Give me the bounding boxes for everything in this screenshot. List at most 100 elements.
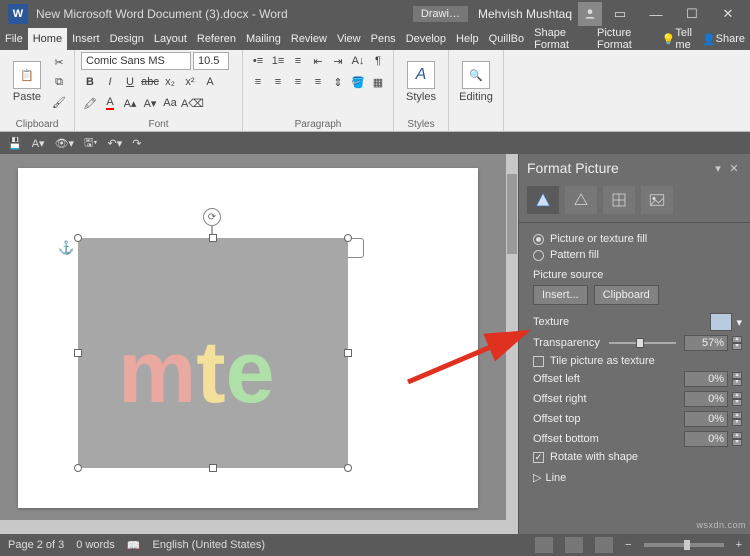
vertical-scrollbar[interactable] (506, 154, 518, 520)
tab-developer[interactable]: Develop (401, 28, 451, 50)
view-print-icon[interactable] (565, 537, 583, 553)
copy-icon[interactable]: ⧉ (50, 73, 68, 91)
resize-handle-bm[interactable] (209, 464, 217, 472)
status-page[interactable]: Page 2 of 3 (8, 539, 64, 551)
tab-picture-format[interactable]: Picture Format (592, 28, 657, 50)
document-pane[interactable]: ⟳ ⚓ ⌃ mte (0, 154, 518, 534)
status-words[interactable]: 0 words (76, 539, 115, 551)
tab-mailings[interactable]: Mailing (241, 28, 286, 50)
transparency-spinner[interactable]: ▴▾ (732, 336, 742, 350)
resize-handle-tr[interactable] (344, 234, 352, 242)
status-spell-icon[interactable]: 📖 (127, 539, 141, 552)
share-button[interactable]: 👤 Share (697, 28, 750, 50)
insert-picture-button[interactable]: Insert... (533, 285, 588, 305)
decrease-indent-icon[interactable]: ⇤ (309, 52, 327, 70)
resize-handle-ml[interactable] (74, 349, 82, 357)
line-spacing-icon[interactable]: ⇕ (329, 73, 347, 91)
offset-right-spinner[interactable]: ▴▾ (732, 392, 742, 406)
zoom-in-button[interactable]: + (736, 539, 742, 551)
account-avatar-icon[interactable] (578, 2, 602, 26)
contextual-tab-drawing[interactable]: Drawi… (413, 6, 468, 22)
qat-font-color-icon[interactable]: A▾ (32, 137, 45, 150)
line-section[interactable]: ▷Line (533, 471, 742, 484)
shading-icon[interactable]: 🪣 (349, 73, 367, 91)
fill-line-icon[interactable] (527, 186, 559, 214)
tab-shape-format[interactable]: Shape Format (529, 28, 592, 50)
qat-save2-icon[interactable]: 🖫▾ (84, 134, 97, 153)
align-center-icon[interactable]: ≡ (269, 73, 287, 91)
view-web-icon[interactable] (595, 537, 613, 553)
highlight-icon[interactable]: 🖍 (81, 94, 99, 112)
offset-left-value[interactable]: 0% (684, 371, 728, 387)
zoom-slider[interactable] (644, 543, 724, 547)
tab-design[interactable]: Design (105, 28, 149, 50)
tab-layout[interactable]: Layout (149, 28, 192, 50)
qat-eye-icon[interactable]: 👁▾ (55, 137, 75, 150)
resize-handle-tm[interactable] (209, 234, 217, 242)
qat-save-icon[interactable]: 💾 (8, 137, 22, 150)
clear-formatting-icon[interactable]: A⌫ (181, 94, 204, 112)
view-read-icon[interactable] (535, 537, 553, 553)
bold-button[interactable]: B (81, 73, 99, 91)
panel-close-icon[interactable]: ✕ (726, 162, 742, 175)
cut-icon[interactable]: ✂ (50, 53, 68, 71)
offset-top-spinner[interactable]: ▴▾ (732, 412, 742, 426)
strikethrough-button[interactable]: abc (141, 73, 159, 91)
numbering-icon[interactable]: 1≡ (269, 52, 287, 70)
resize-handle-br[interactable] (344, 464, 352, 472)
font-color-icon[interactable]: A (101, 94, 119, 112)
transparency-slider[interactable] (609, 336, 677, 350)
align-left-icon[interactable]: ≡ (249, 73, 267, 91)
layout-props-icon[interactable] (603, 186, 635, 214)
texture-dropdown-icon[interactable]: ▾ (736, 316, 742, 329)
rotate-with-shape-checkbox[interactable]: Rotate with shape (533, 451, 742, 463)
anchor-icon[interactable]: ⚓ (58, 240, 74, 256)
rotate-handle[interactable]: ⟳ (203, 208, 221, 226)
editing-button[interactable]: 🔍 Editing (455, 52, 497, 112)
tab-review[interactable]: Review (286, 28, 332, 50)
transparency-slider-thumb[interactable] (636, 338, 644, 348)
zoom-out-button[interactable]: − (625, 539, 631, 551)
tab-pens[interactable]: Pens (366, 28, 401, 50)
resize-handle-bl[interactable] (74, 464, 82, 472)
grow-font-icon[interactable]: A▴ (121, 94, 139, 112)
offset-top-value[interactable]: 0% (684, 411, 728, 427)
underline-button[interactable]: U (121, 73, 139, 91)
clipboard-button[interactable]: Clipboard (594, 285, 659, 305)
tab-insert[interactable]: Insert (67, 28, 105, 50)
multilevel-icon[interactable]: ≡ (289, 52, 307, 70)
picture-texture-fill-radio[interactable]: Picture or texture fill (533, 233, 742, 245)
subscript-button[interactable]: x₂ (161, 73, 179, 91)
transparency-value[interactable]: 57% (684, 335, 728, 351)
format-painter-icon[interactable]: 🖌 (50, 93, 68, 111)
tab-view[interactable]: View (332, 28, 366, 50)
status-language[interactable]: English (United States) (153, 539, 266, 551)
tab-help[interactable]: Help (451, 28, 484, 50)
tab-file[interactable]: File (0, 28, 28, 50)
horizontal-scrollbar[interactable] (0, 520, 518, 534)
resize-handle-tl[interactable] (74, 234, 82, 242)
scrollbar-thumb[interactable] (507, 174, 517, 254)
styles-button[interactable]: A Styles (400, 52, 442, 112)
offset-bottom-value[interactable]: 0% (684, 431, 728, 447)
paste-button[interactable]: 📋 Paste (6, 52, 48, 112)
pattern-fill-radio[interactable]: Pattern fill (533, 249, 742, 261)
resize-handle-mr[interactable] (344, 349, 352, 357)
text-effects-icon[interactable]: A (201, 73, 219, 91)
tab-home[interactable]: Home (28, 28, 67, 50)
tab-references[interactable]: Referen (192, 28, 241, 50)
justify-icon[interactable]: ≡ (309, 73, 327, 91)
close-button[interactable]: ✕ (710, 0, 746, 28)
maximize-button[interactable]: ☐ (674, 0, 710, 28)
effects-icon[interactable] (565, 186, 597, 214)
italic-button[interactable]: I (101, 73, 119, 91)
minimize-button[interactable]: — (638, 0, 674, 28)
font-name-select[interactable]: Comic Sans MS (81, 52, 191, 70)
account-name[interactable]: Mehvish Mushtaq (478, 7, 572, 21)
texture-swatch[interactable] (710, 313, 732, 331)
sort-icon[interactable]: A↓ (349, 52, 367, 70)
picture-props-icon[interactable] (641, 186, 673, 214)
tab-quillbot[interactable]: QuillBo (484, 28, 529, 50)
selected-picture[interactable]: mte (78, 238, 348, 468)
shrink-font-icon[interactable]: A▾ (141, 94, 159, 112)
